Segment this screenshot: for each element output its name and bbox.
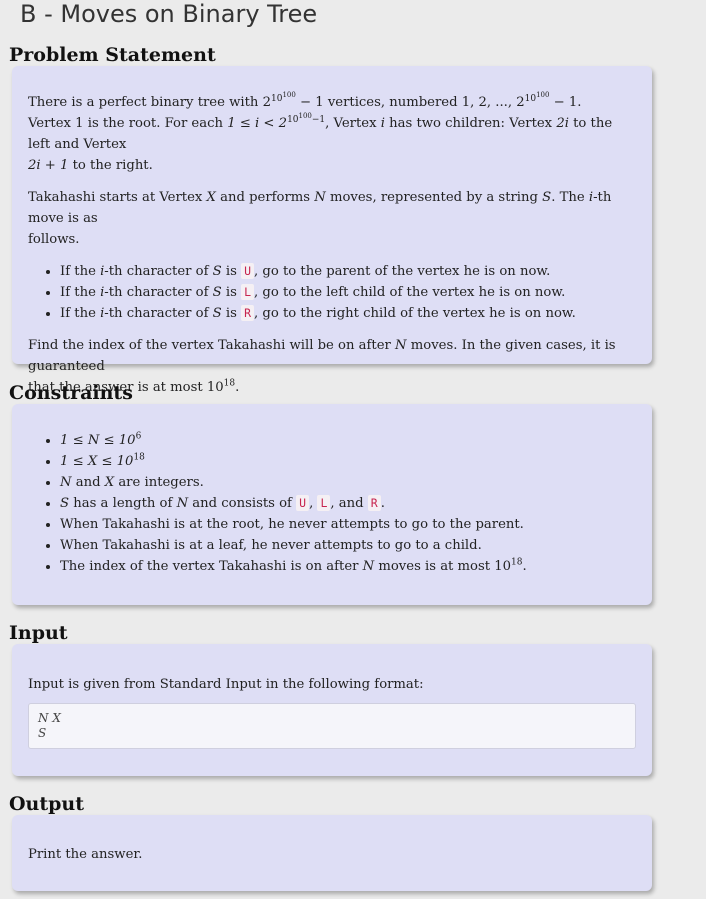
input-format-line-1: N X <box>38 711 61 725</box>
section-title-problem-statement: Problem Statement <box>9 44 216 66</box>
constraints-list: 1 ≤ N ≤ 106 1 ≤ X ≤ 1018 N and X are int… <box>28 430 636 577</box>
move-rule-right: If the i-th character of S is R, go to t… <box>60 303 636 324</box>
move-rule-up: If the i-th character of S is U, go to t… <box>60 261 636 282</box>
constraint-integers: N and X are integers. <box>60 472 636 493</box>
constraint-root: When Takahashi is at the root, he never … <box>60 514 636 535</box>
constraint-x-range: 1 ≤ X ≤ 1018 <box>60 451 636 472</box>
section-title-input: Input <box>9 622 68 644</box>
output-description: Print the answer. <box>28 847 143 862</box>
constraint-leaf: When Takahashi is at a leaf, he never at… <box>60 535 636 556</box>
statement-paragraph-2: Vertex 1 is the root. For each 1 ≤ i < 2… <box>28 111 613 173</box>
constraint-string: S has a length of N and consists of U, L… <box>60 493 636 514</box>
statement-paragraph-1: There is a perfect binary tree with 2101… <box>28 90 582 110</box>
problem-statement-card: There is a perfect binary tree with 2101… <box>12 66 652 395</box>
section-title-output: Output <box>9 793 85 815</box>
input-format-block: N X S <box>28 703 636 749</box>
move-rule-left: If the i-th character of S is L, go to t… <box>60 282 636 303</box>
input-description: Input is given from Standard Input in th… <box>28 677 424 692</box>
output-card: Print the answer. <box>12 815 652 891</box>
constraints-card: 1 ≤ N ≤ 106 1 ≤ X ≤ 1018 N and X are int… <box>12 404 652 605</box>
section-title-constraints: Constraints <box>9 382 133 404</box>
statement-paragraph-3: Takahashi starts at Vertex X and perform… <box>28 190 612 247</box>
input-format-line-2: S <box>38 726 47 740</box>
input-card: Input is given from Standard Input in th… <box>12 644 652 776</box>
constraint-answer-bound: The index of the vertex Takahashi is on … <box>60 556 636 577</box>
constraint-n-range: 1 ≤ N ≤ 106 <box>60 430 636 451</box>
move-rules-list: If the i-th character of S is U, go to t… <box>28 261 636 324</box>
page-title: B - Moves on Binary Tree <box>20 0 318 28</box>
